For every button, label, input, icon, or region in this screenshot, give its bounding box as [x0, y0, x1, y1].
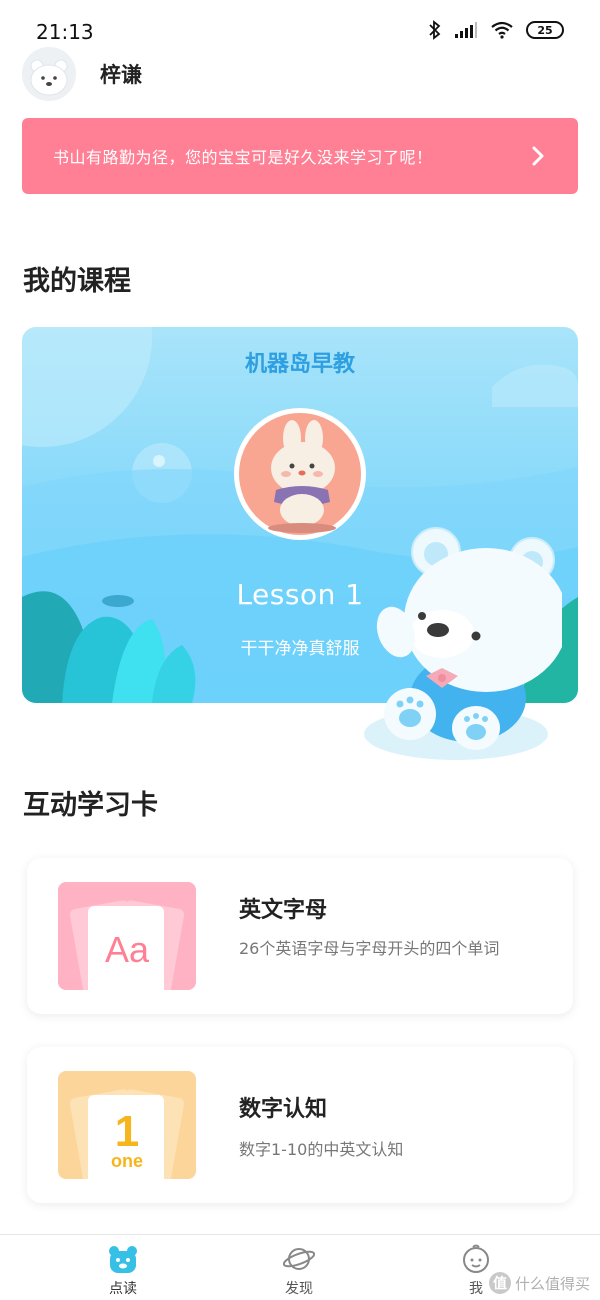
tab-label-discover: 发现: [285, 1281, 313, 1297]
section-title-my-courses: 我的课程: [23, 266, 131, 297]
alphabet-thumb-text: Aa: [105, 929, 150, 970]
bottom-tab-bar: 点读 发现 我 值 什么值得买: [0, 1234, 600, 1300]
status-time: 21:13: [36, 20, 94, 44]
username: 梓谦: [100, 63, 142, 87]
chevron-right-icon: [532, 146, 544, 166]
user-header[interactable]: 梓谦: [22, 46, 142, 102]
numbers-thumb-digit: 1: [115, 1107, 139, 1156]
card-title-numbers: 数字认知: [239, 1097, 328, 1122]
learn-card-alphabet[interactable]: Aa 英文字母 26个英语字母与字母开头的四个单词: [27, 858, 573, 1014]
tab-read[interactable]: 点读: [63, 1235, 183, 1300]
card-desc-alphabet: 26个英语字母与字母开头的四个单词: [239, 939, 500, 958]
battery-indicator: 25: [526, 21, 564, 39]
tab-discover[interactable]: 发现: [239, 1235, 359, 1300]
numbers-thumb-word: one: [111, 1151, 143, 1171]
watermark-text: 什么值得买: [514, 1274, 590, 1293]
reminder-banner[interactable]: 书山有路勤为径，您的宝宝可是好久没来学习了呢！: [22, 118, 578, 194]
status-bar: 21:13 25: [0, 0, 600, 44]
learn-card-numbers[interactable]: 1 one 数字认知 数字1-10的中英文认知: [27, 1047, 573, 1203]
banner-text: 书山有路勤为径，您的宝宝可是好久没来学习了呢！: [53, 148, 433, 167]
baby-face-icon: [463, 1244, 489, 1273]
card-desc-numbers: 数字1-10的中英文认知: [239, 1140, 404, 1159]
bunny-lesson-avatar-icon: [234, 408, 366, 540]
polar-bear-avatar-icon: [22, 47, 76, 101]
card-title-alphabet: 英文字母: [239, 898, 328, 923]
status-icons: 25: [428, 20, 564, 40]
wifi-icon: [491, 21, 513, 39]
course-title: 机器岛早教: [244, 352, 355, 377]
polar-bear-mascot-icon: [364, 527, 562, 760]
bear-icon: [109, 1246, 137, 1273]
bluetooth-icon: [429, 20, 441, 40]
watermark-badge: 值: [488, 1272, 511, 1294]
watermark: 值 什么值得买: [488, 1272, 590, 1294]
numbers-card-icon: 1 one: [58, 1071, 196, 1179]
tab-label-read: 点读: [109, 1281, 137, 1297]
section-title-interactive-cards: 互动学习卡: [23, 790, 158, 821]
planet-icon: [283, 1248, 315, 1270]
alphabet-card-icon: Aa: [58, 882, 196, 990]
signal-icon: [455, 22, 477, 38]
avatar[interactable]: [22, 47, 76, 101]
